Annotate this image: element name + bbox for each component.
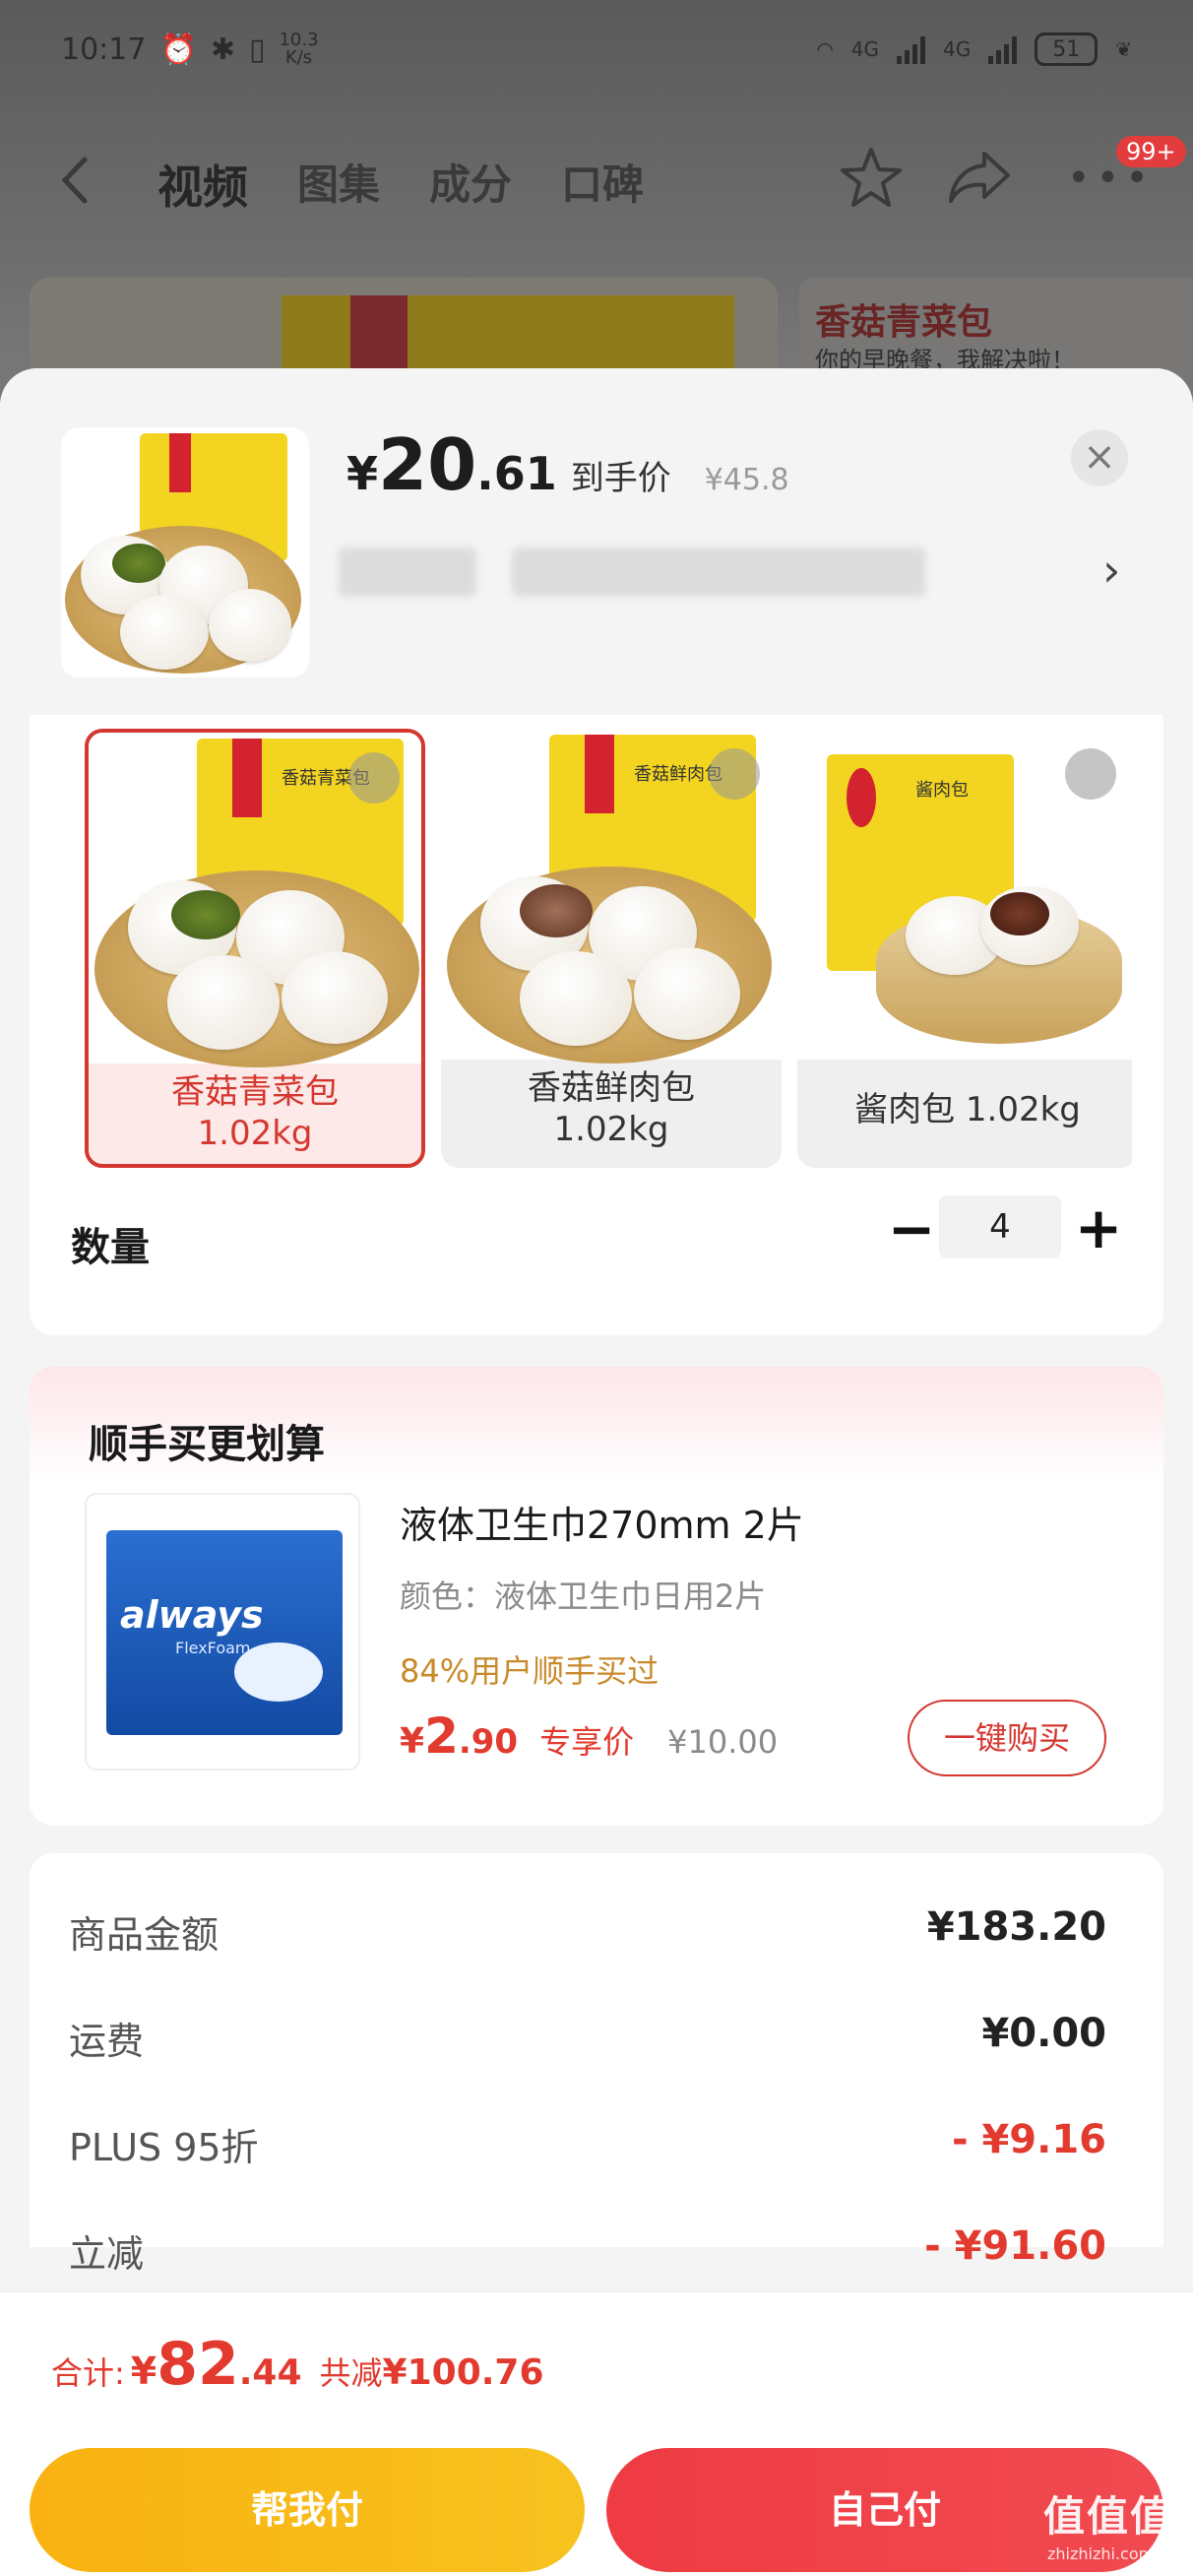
spec-package-logo xyxy=(585,735,614,813)
summary-row: 商品金额 ¥183.20 xyxy=(69,1904,1106,1957)
spec-bun-filling xyxy=(171,890,240,939)
addon-product-image[interactable]: always FlexFoam xyxy=(85,1493,360,1771)
total-price: 合计: ¥ 82 .44 共减 ¥100.76 xyxy=(51,2330,544,2399)
wifi-icon: ◠ xyxy=(816,37,834,61)
thumb-bun xyxy=(209,589,291,662)
summary-row: PLUS 95折 - ¥9.16 xyxy=(69,2117,1106,2169)
bluetooth-icon: ✱ xyxy=(210,32,235,67)
total-saved-label: 共减 xyxy=(319,2354,383,2392)
total-saved-amount: ¥100.76 xyxy=(382,2352,544,2393)
addon-pad xyxy=(234,1642,323,1702)
blurred-text xyxy=(512,547,925,597)
watermark-logo: 值值值 xyxy=(1043,2492,1174,2541)
summary-row: 立减 - ¥91.60 xyxy=(69,2223,1106,2276)
spec-bun xyxy=(167,955,280,1050)
banner-title: 香菇青菜包 xyxy=(815,302,993,343)
tab-ingredients[interactable]: 成分 xyxy=(429,152,512,217)
spec-option[interactable]: 香菇青菜包 香菇青菜包 1.02kg xyxy=(85,729,425,1168)
spec-card: 香菇青菜包 香菇青菜包 1.02kg 香菇鲜肉包 香菇鲜肉包 1.02kg 酱肉… xyxy=(30,715,1163,1335)
addon-original-price: ¥10.00 xyxy=(667,1723,779,1761)
addon-name: 液体卫生巾270mm 2片 xyxy=(400,1504,804,1547)
product-thumbnail xyxy=(61,427,309,677)
network-speed: 10.3 K/s xyxy=(279,30,319,68)
close-button[interactable]: × xyxy=(1071,429,1128,486)
tab-video[interactable]: 视频 xyxy=(157,152,248,217)
nav-tabs: 视频 图集 成分 口碑 xyxy=(157,152,644,217)
battery-icon: 51 xyxy=(1035,32,1099,66)
spec-bun xyxy=(520,951,632,1046)
watermark-url: zhizhizhi.com xyxy=(1047,2544,1155,2563)
top-nav: 视频 图集 成分 口碑 ••• 99+ xyxy=(0,136,1193,226)
addon-variant: 颜色：液体卫生巾日用2片 xyxy=(400,1578,767,1615)
spec-bun xyxy=(634,947,740,1040)
quantity-input[interactable]: 4 xyxy=(939,1195,1061,1258)
nav-actions: ••• 99+ xyxy=(839,136,1193,226)
help-me-pay-button[interactable]: 帮我付 xyxy=(30,2448,585,2572)
product-header: ¥ 20 .61 到手价 ¥45.8 × › xyxy=(0,368,1193,715)
spec-bun xyxy=(282,951,388,1044)
purchase-sheet: ¥ 20 .61 到手价 ¥45.8 × › 香菇青菜包 香菇青菜包 1.02k… xyxy=(0,368,1193,2576)
addon-social-proof: 84%用户顺手买过 xyxy=(400,1652,659,1690)
addon-title: 顺手买更划算 xyxy=(89,1422,325,1467)
back-icon[interactable] xyxy=(57,156,96,205)
price-label: 到手价 xyxy=(570,459,671,498)
quantity-increment-button[interactable]: + xyxy=(1069,1197,1128,1260)
action-bar: 帮我付 自己付 xyxy=(0,2428,1193,2576)
vibrate-icon: ▯ xyxy=(248,32,266,67)
summary-row: 运费 ¥0.00 xyxy=(69,2011,1106,2063)
notification-badge: 99+ xyxy=(1116,136,1186,167)
leaf-icon: ❦ xyxy=(1115,37,1132,61)
spec-bun-filling xyxy=(520,884,593,937)
addon-brand-sub: FlexFoam xyxy=(175,1639,251,1657)
quantity-label: 数量 xyxy=(71,1225,150,1270)
spec-package-logo xyxy=(232,739,262,817)
thumb-bun-filling xyxy=(112,544,165,583)
spec-list: 香菇青菜包 香菇青菜包 1.02kg 香菇鲜肉包 香菇鲜肉包 1.02kg 酱肉… xyxy=(85,729,1132,1172)
spec-package-logo xyxy=(847,768,876,827)
price-summary: 商品金额 ¥183.20 运费 ¥0.00 PLUS 95折 - ¥9.16 立… xyxy=(30,1853,1163,2276)
signal-icon-2 xyxy=(988,34,1018,64)
status-bar: 10:17 ⏰ ✱ ▯ 10.3 K/s ◠ 4G 4G 51 ❦ xyxy=(0,0,1193,98)
network-type-2: 4G xyxy=(943,37,972,61)
expand-icon[interactable] xyxy=(348,752,400,804)
expand-icon[interactable] xyxy=(1065,748,1116,800)
product-price: ¥ 20 .61 到手价 ¥45.8 xyxy=(346,423,789,506)
spec-option[interactable]: 香菇鲜肉包 香菇鲜肉包 1.02kg xyxy=(441,729,782,1168)
tab-reviews[interactable]: 口碑 xyxy=(561,152,644,217)
addon-card: 顺手买更划算 always FlexFoam 液体卫生巾270mm 2片 颜色：… xyxy=(30,1367,1163,1826)
quantity-decrement-button[interactable]: − xyxy=(882,1200,941,1260)
star-icon[interactable] xyxy=(839,146,904,211)
spec-package-label: 酱肉包 xyxy=(915,780,969,801)
addon-brand: always xyxy=(120,1593,264,1637)
share-icon[interactable] xyxy=(947,148,1012,207)
one-click-buy-button[interactable]: 一键购买 xyxy=(908,1700,1106,1776)
chevron-right-icon[interactable]: › xyxy=(1102,544,1120,597)
spec-label: 酱肉包 1.02kg xyxy=(854,1090,1081,1129)
total-bar: 合计: ¥ 82 .44 共减 ¥100.76 xyxy=(0,2290,1193,2428)
original-price: ¥45.8 xyxy=(704,463,789,497)
status-time: 10:17 xyxy=(61,32,147,67)
thumb-bun xyxy=(120,595,209,670)
signal-icon-1 xyxy=(897,34,925,64)
spec-option[interactable]: 酱肉包 酱肉包 1.02kg xyxy=(797,729,1132,1168)
blurred-text xyxy=(339,547,476,597)
alarm-icon: ⏰ xyxy=(159,32,197,67)
background-page: 10:17 ⏰ ✱ ▯ 10.3 K/s ◠ 4G 4G 51 ❦ 视频 图集 … xyxy=(0,0,1193,435)
more-icon[interactable]: ••• xyxy=(1067,159,1155,198)
spec-bun-filling xyxy=(990,892,1049,935)
spec-label: 香菇鲜肉包 1.02kg xyxy=(528,1068,695,1149)
addon-price: ¥ 2 .90 专享价 ¥10.00 xyxy=(400,1707,779,1765)
expand-icon[interactable] xyxy=(709,748,760,800)
thumb-package-logo xyxy=(169,433,191,492)
tab-gallery[interactable]: 图集 xyxy=(297,152,380,217)
network-type-1: 4G xyxy=(850,37,879,61)
spec-label: 香菇青菜包 1.02kg xyxy=(171,1072,339,1153)
